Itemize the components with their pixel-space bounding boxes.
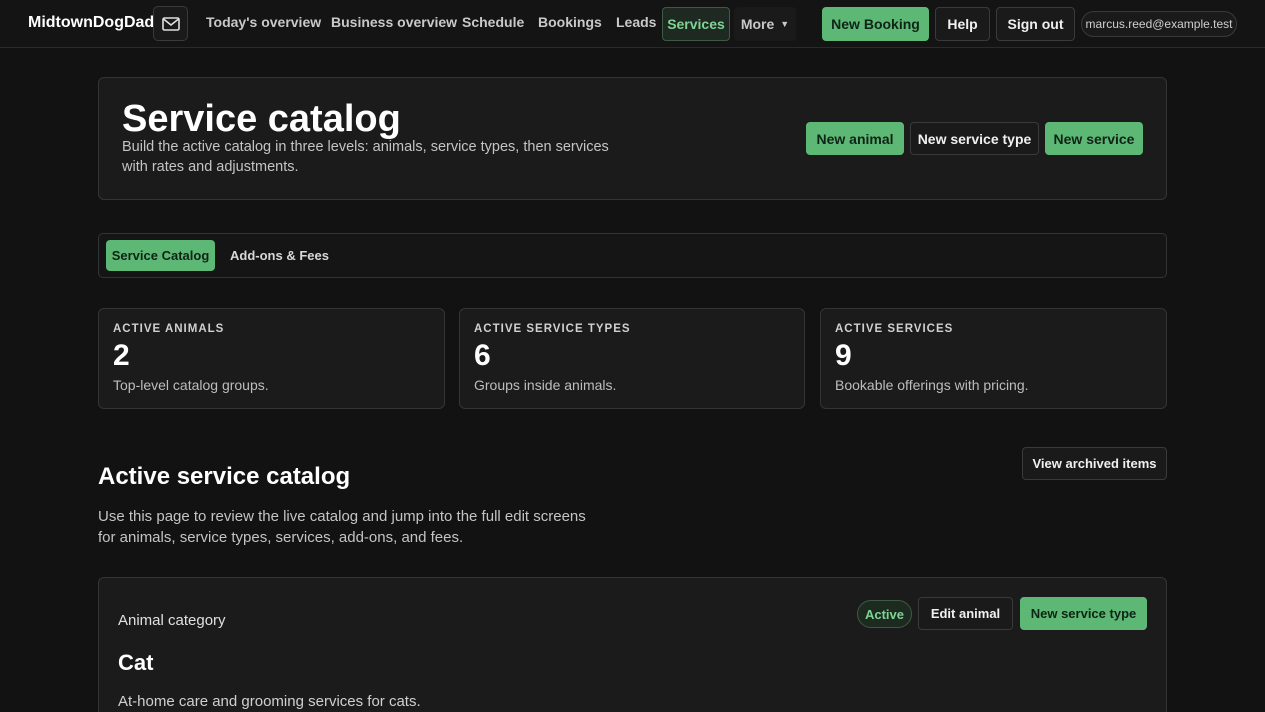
stat-value: 9 xyxy=(835,339,852,372)
stat-value: 2 xyxy=(113,339,130,372)
stat-label: ACTIVE SERVICE TYPES xyxy=(474,323,631,335)
nav-business-overview[interactable]: Business overview xyxy=(331,14,457,30)
stat-value: 6 xyxy=(474,339,491,372)
page-subtitle: Build the active catalog in three levels… xyxy=(122,139,609,175)
nav-more-dropdown[interactable]: More ▼ xyxy=(734,7,796,41)
tab-addons-fees[interactable]: Add-ons & Fees xyxy=(230,248,329,263)
edit-animal-button[interactable]: Edit animal xyxy=(918,597,1013,630)
envelope-icon xyxy=(161,16,180,31)
sign-out-button[interactable]: Sign out xyxy=(996,7,1075,41)
help-button[interactable]: Help xyxy=(935,7,990,41)
new-animal-button[interactable]: New animal xyxy=(806,122,904,155)
nav-services[interactable]: Services xyxy=(662,7,730,41)
stat-desc: Top-level catalog groups. xyxy=(113,377,269,393)
stat-label: ACTIVE SERVICES xyxy=(835,323,954,335)
tab-service-catalog[interactable]: Service Catalog xyxy=(106,240,215,271)
page-title: Service catalog xyxy=(122,98,401,140)
top-nav: MidtownDogDad Today's overview Business … xyxy=(0,0,1265,48)
animal-category-label: Animal category xyxy=(118,612,226,629)
new-service-type-button[interactable]: New service type xyxy=(910,122,1039,155)
animal-name: Cat xyxy=(118,650,154,675)
status-badge: Active xyxy=(857,600,912,628)
view-archived-button[interactable]: View archived items xyxy=(1022,447,1167,480)
stat-desc: Bookable offerings with pricing. xyxy=(835,377,1029,393)
nav-leads[interactable]: Leads xyxy=(616,14,656,30)
stat-desc: Groups inside animals. xyxy=(474,377,617,393)
animal-description: At-home care and grooming services for c… xyxy=(118,693,421,710)
nav-bookings[interactable]: Bookings xyxy=(538,14,602,30)
messages-button[interactable] xyxy=(153,6,188,41)
user-email[interactable]: marcus.reed@example.test xyxy=(1081,11,1237,37)
brand-logo[interactable]: MidtownDogDad xyxy=(28,14,154,32)
nav-more-label: More xyxy=(740,16,775,32)
nav-schedule[interactable]: Schedule xyxy=(462,14,524,30)
new-service-button[interactable]: New service xyxy=(1045,122,1143,155)
section-title: Active service catalog xyxy=(98,463,351,490)
new-booking-button[interactable]: New Booking xyxy=(822,7,929,41)
animal-new-service-type-button[interactable]: New service type xyxy=(1020,597,1147,630)
section-description: Use this page to review the live catalog… xyxy=(98,508,586,546)
nav-todays-overview[interactable]: Today's overview xyxy=(206,14,321,30)
stat-label: ACTIVE ANIMALS xyxy=(113,323,225,335)
caret-down-icon: ▼ xyxy=(780,19,790,29)
